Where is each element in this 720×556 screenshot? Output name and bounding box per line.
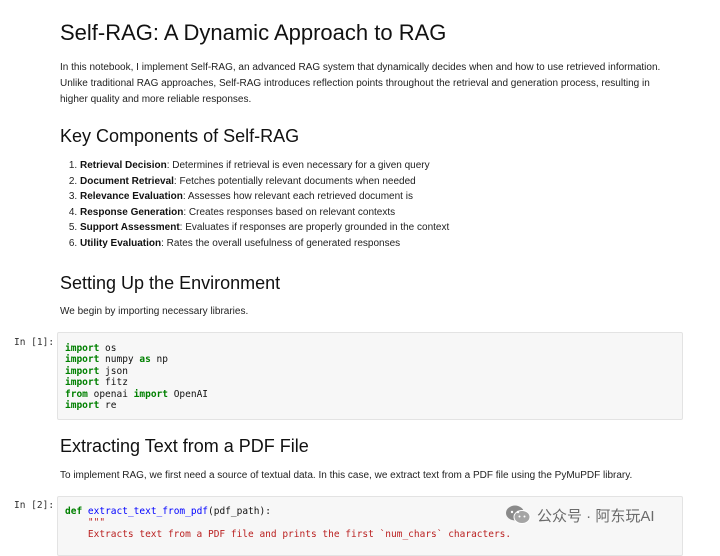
watermark-text: 公众号 · 阿东玩AI — [537, 507, 655, 525]
wechat-icon — [506, 505, 531, 524]
cell-prompt-2: In [2]: — [14, 500, 55, 511]
heading-extract: Extracting Text from a PDF File — [60, 436, 309, 456]
heading-key-components: Key Components of Self-RAG — [60, 126, 300, 146]
heading-setup: Setting Up the Environment — [60, 273, 281, 293]
extract-paragraph: To implement RAG, we first need a source… — [60, 470, 633, 481]
intro-paragraph: In this notebook, I implement Self-RAG, … — [60, 62, 661, 105]
components-list: Retrieval Decision: Determines if retrie… — [60, 158, 449, 252]
list-item: Utility Evaluation: Rates the overall us… — [80, 236, 449, 252]
list-item: Response Generation: Creates responses b… — [80, 205, 449, 221]
code-block-1: import os import numpy as np import json… — [65, 343, 209, 412]
code-cell-1[interactable]: import os import numpy as np import json… — [57, 332, 683, 420]
list-item: Support Assessment: Evaluates if respons… — [80, 220, 449, 236]
list-item: Relevance Evaluation: Assesses how relev… — [80, 189, 449, 205]
setup-paragraph: We begin by importing necessary librarie… — [60, 306, 249, 317]
page-title: Self-RAG: A Dynamic Approach to RAG — [60, 20, 447, 45]
list-item: Document Retrieval: Fetches potentially … — [80, 174, 449, 190]
watermark: 公众号 · 阿东玩AI — [505, 504, 655, 526]
cell-prompt-1: In [1]: — [14, 337, 55, 348]
list-item: Retrieval Decision: Determines if retrie… — [80, 158, 449, 174]
